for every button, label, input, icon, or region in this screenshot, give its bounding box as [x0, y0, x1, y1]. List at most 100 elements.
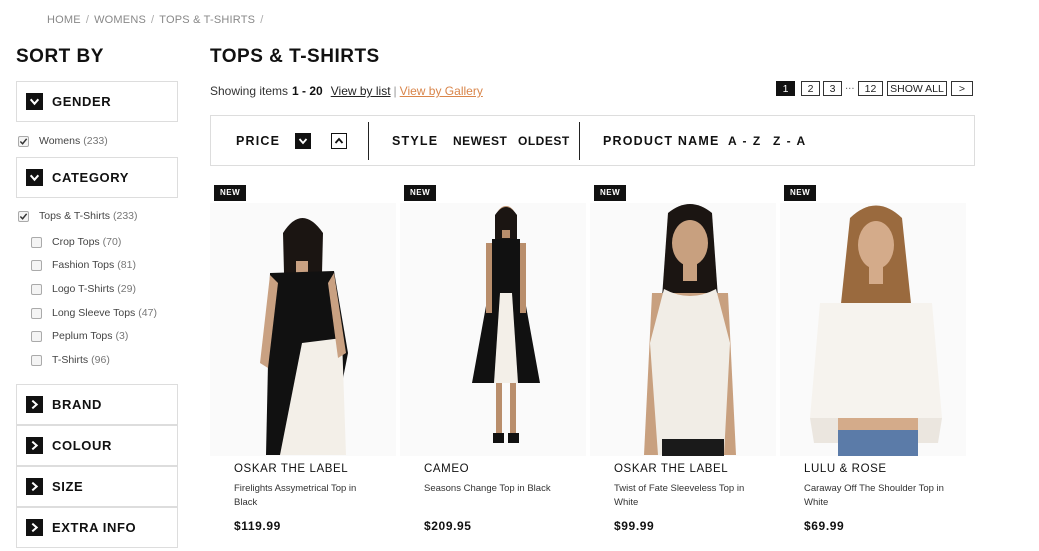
sort-by-title: SORT BY	[16, 46, 104, 67]
new-badge: NEW	[214, 185, 247, 201]
filter-label: Tops & T-Shirts	[39, 210, 110, 222]
facet-category[interactable]: CATEGORY	[16, 157, 178, 198]
checkbox-checked[interactable]	[18, 210, 29, 222]
filter-womens[interactable]: Womens (233)	[18, 135, 108, 147]
checkbox[interactable]	[31, 283, 42, 295]
facet-label: COLOUR	[52, 438, 112, 453]
breadcrumb-separator: /	[151, 14, 155, 26]
filter-count: (233)	[113, 210, 138, 222]
sort-bar: PRICE STYLE NEWEST OLDEST PRODUCT NAME A…	[210, 115, 975, 166]
sort-style-label: STYLE	[392, 134, 439, 148]
breadcrumb-womens[interactable]: WOMENS	[94, 14, 146, 26]
page-title: TOPS & T-SHIRTS	[210, 46, 380, 67]
sort-price-asc-button[interactable]	[331, 133, 347, 149]
filter-count: (70)	[102, 236, 122, 248]
filter-label: Fashion Tops	[52, 259, 115, 271]
chevron-down-icon	[26, 169, 43, 186]
product-brand[interactable]: OSKAR THE LABEL	[614, 463, 728, 475]
view-separator: |	[393, 84, 397, 98]
facet-colour[interactable]: COLOUR	[16, 425, 178, 466]
product-image[interactable]	[210, 203, 396, 456]
sort-oldest-option[interactable]: OLDEST	[518, 134, 570, 148]
view-by-gallery-link[interactable]: View by Gallery	[400, 84, 483, 98]
filter-crop-tops[interactable]: Crop Tops (70)	[31, 236, 121, 248]
filter-label: Crop Tops	[52, 236, 100, 248]
facet-label: GENDER	[52, 94, 112, 109]
breadcrumb-separator: /	[260, 14, 264, 26]
product-name[interactable]: Caraway Off The Shoulder Top in White	[804, 482, 949, 510]
facet-label: EXTRA INFO	[52, 520, 137, 535]
checkbox[interactable]	[31, 307, 42, 319]
checkbox[interactable]	[31, 354, 42, 366]
product-image[interactable]	[400, 203, 586, 456]
sort-newest-option[interactable]: NEWEST	[453, 134, 507, 148]
page-1-button[interactable]: 1	[776, 81, 795, 96]
facet-size[interactable]: SIZE	[16, 466, 178, 507]
sort-za-option[interactable]: Z - A	[773, 134, 807, 148]
sort-product-name-label: PRODUCT NAME	[603, 134, 720, 148]
chevron-right-icon	[26, 437, 43, 454]
facet-label: SIZE	[52, 479, 84, 494]
filter-label: Peplum Tops	[52, 330, 113, 342]
product-image[interactable]	[590, 203, 776, 456]
showing-prefix: Showing items	[210, 84, 289, 98]
checkbox[interactable]	[31, 236, 42, 248]
showing-range: 1 - 20	[292, 84, 323, 98]
page-3-button[interactable]: 3	[823, 81, 842, 96]
filter-count: (47)	[138, 307, 157, 319]
checkbox[interactable]	[31, 259, 42, 271]
facet-extra-info[interactable]: EXTRA INFO	[16, 507, 178, 548]
new-badge: NEW	[784, 185, 817, 201]
sort-divider	[579, 122, 580, 160]
filter-peplum-tops[interactable]: Peplum Tops (3)	[31, 330, 128, 342]
product-price: $209.95	[424, 519, 472, 533]
facet-label: BRAND	[52, 397, 102, 412]
product-image[interactable]	[780, 203, 966, 456]
facet-label: CATEGORY	[52, 170, 130, 185]
sort-divider	[368, 122, 369, 160]
filter-label: T-Shirts	[52, 354, 89, 366]
view-by-list-link[interactable]: View by list	[331, 84, 391, 98]
product-brand[interactable]: LULU & ROSE	[804, 463, 887, 475]
chevron-right-icon	[26, 396, 43, 413]
filter-tshirts[interactable]: T-Shirts (96)	[31, 354, 110, 366]
filter-tops-tshirts[interactable]: Tops & T-Shirts (233)	[18, 210, 138, 222]
filter-long-sleeve-tops[interactable]: Long Sleeve Tops (47)	[31, 307, 157, 319]
filter-label: Long Sleeve Tops	[52, 307, 136, 319]
showing-items: Showing items 1 - 20 View by list | View by …	[210, 84, 483, 98]
breadcrumb-separator: /	[85, 14, 90, 26]
new-badge: NEW	[594, 185, 627, 201]
filter-logo-tshirts[interactable]: Logo T-Shirts (29)	[31, 283, 136, 295]
product-name[interactable]: Seasons Change Top in Black	[424, 482, 569, 496]
filter-fashion-tops[interactable]: Fashion Tops (81)	[31, 259, 136, 271]
product-price: $99.99	[614, 519, 655, 533]
sort-price-desc-button[interactable]	[295, 133, 311, 149]
breadcrumb-tops[interactable]: TOPS & T-SHIRTS	[159, 14, 255, 26]
product-brand[interactable]: CAMEO	[424, 463, 469, 475]
filter-count: (81)	[117, 259, 136, 271]
pagination-ellipsis: ...	[845, 81, 855, 92]
filter-count: (96)	[91, 354, 110, 366]
new-badge: NEW	[404, 185, 437, 201]
next-page-button[interactable]: >	[951, 81, 973, 96]
chevron-down-icon	[298, 138, 308, 145]
product-brand[interactable]: OSKAR THE LABEL	[234, 463, 348, 475]
show-all-button[interactable]: SHOW ALL	[887, 81, 947, 96]
checkbox[interactable]	[31, 330, 42, 342]
facet-brand[interactable]: BRAND	[16, 384, 178, 425]
product-price: $119.99	[234, 519, 281, 533]
breadcrumb-home[interactable]: HOME	[47, 14, 81, 26]
page-2-button[interactable]: 2	[801, 81, 820, 96]
product-name[interactable]: Twist of Fate Sleeveless Top in White	[614, 482, 759, 510]
product-price: $69.99	[804, 519, 845, 533]
filter-count: (3)	[115, 330, 129, 342]
checkbox-checked[interactable]	[18, 135, 29, 147]
sort-az-option[interactable]: A - Z	[728, 134, 762, 148]
filter-count: (29)	[117, 283, 136, 295]
chevron-up-icon	[334, 137, 344, 144]
chevron-right-icon	[26, 478, 43, 495]
product-name[interactable]: Firelights Assymetrical Top in Black	[234, 482, 379, 510]
page-12-button[interactable]: 12	[858, 81, 883, 96]
chevron-right-icon	[26, 519, 43, 536]
facet-gender[interactable]: GENDER	[16, 81, 178, 122]
